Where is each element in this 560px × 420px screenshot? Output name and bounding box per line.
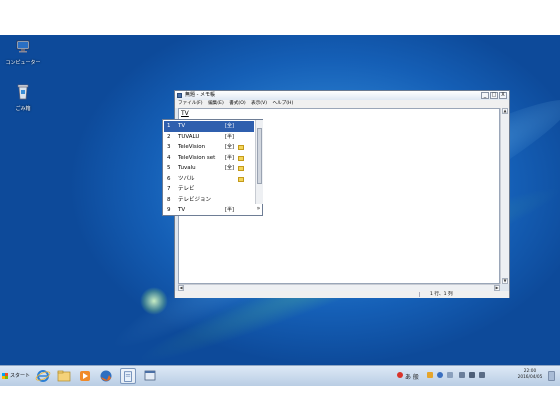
candidate-number: 2 (167, 133, 171, 140)
system-tray: あ 般 22:00 2016/04/05 (395, 366, 560, 386)
dictionary-note-icon[interactable] (238, 166, 244, 171)
taskbar-explorer[interactable] (56, 368, 72, 384)
show-desktop-button[interactable] (548, 371, 555, 381)
notepad-taskbar-icon (124, 371, 132, 382)
expand-candidates-button[interactable]: » (255, 204, 262, 214)
candidate-word: TV (178, 207, 186, 213)
window-icon (144, 370, 156, 381)
candidate-item[interactable]: 5 Tuvalu [全] (164, 163, 254, 174)
candidate-width-tag: [全] (225, 144, 234, 150)
scroll-down-button[interactable]: ▼ (502, 278, 508, 284)
clock[interactable]: 22:00 2016/04/05 (515, 369, 545, 381)
wallpaper-glow (140, 287, 168, 315)
candidate-item[interactable]: 6 ツバル (164, 174, 254, 185)
dictionary-note-icon[interactable] (238, 145, 244, 150)
candidate-number: 3 (167, 144, 171, 150)
candidate-item[interactable]: 4 TeleVision set [半] (164, 153, 254, 164)
letterbox-bottom (0, 386, 560, 420)
menu-edit[interactable]: 編集(E) (208, 101, 224, 106)
composition-text: TV (181, 110, 189, 117)
candidate-word: テレビ (178, 186, 195, 192)
media-player-icon (80, 371, 90, 381)
dictionary-note-icon[interactable] (238, 155, 244, 161)
start-label: スタート (10, 373, 31, 379)
candidate-word: TV (178, 123, 186, 129)
candidate-item[interactable]: 2 TUVALU [半] (164, 132, 254, 143)
candidate-number: 7 (167, 186, 171, 192)
taskbar-notepad[interactable] (120, 368, 136, 384)
candidate-word: テレビジョン (178, 196, 212, 203)
ime-toolbar-icon[interactable] (397, 372, 403, 378)
desktop-icon-label: コンピューター (5, 60, 41, 66)
start-button[interactable]: スタート (2, 370, 30, 383)
desktop-icon-computer[interactable]: コンピューター (3, 39, 43, 66)
candidate-word: Tuvalu (178, 165, 196, 171)
letterbox-top (0, 0, 560, 35)
taskbar-ie[interactable] (35, 368, 51, 384)
candidate-scroll-thumb[interactable] (257, 128, 262, 184)
desktop-icon-label: ごみ箱 (15, 106, 31, 112)
dictionary-note-icon[interactable] (238, 176, 244, 182)
candidate-word: ツバル (178, 175, 195, 182)
scroll-up-button[interactable]: ▲ (502, 108, 508, 114)
candidate-number: 9 (167, 207, 171, 213)
recycle-bin-icon (17, 84, 29, 100)
internet-explorer-icon (35, 370, 51, 382)
taskbar-firefox[interactable] (98, 368, 114, 384)
candidate-number: 8 (167, 196, 171, 203)
candidate-item[interactable]: 3 TeleVision [全] (164, 142, 254, 153)
firefox-icon (100, 370, 112, 382)
volume-icon[interactable] (479, 372, 485, 378)
menu-file[interactable]: ファイル(F) (178, 101, 203, 106)
status-bar: 1 行、1 列 (175, 291, 509, 298)
menu-format[interactable]: 書式(O) (229, 101, 245, 106)
candidate-item[interactable]: 7 テレビ (164, 184, 254, 195)
candidate-scrollbar[interactable] (255, 120, 263, 204)
ime-tool-icon[interactable] (427, 372, 433, 378)
vertical-scrollbar[interactable]: ▲ ▼ (500, 108, 509, 284)
candidate-item[interactable]: 1 TV [全] (164, 121, 254, 132)
window-title: 無題 - メモ帳 (185, 92, 215, 98)
candidate-word: TUVALU (178, 133, 200, 140)
candidate-width-tag: [全] (225, 165, 234, 171)
candidate-item[interactable]: 8 テレビジョン (164, 195, 254, 206)
candidate-number: 5 (167, 165, 171, 171)
desktop-icon-recycle-bin[interactable]: ごみ箱 (3, 83, 43, 112)
notepad-icon (177, 93, 182, 98)
flag-tray-icon[interactable] (459, 372, 465, 378)
candidate-width-tag: [全] (225, 123, 234, 129)
clock-date: 2016/04/05 (517, 375, 543, 380)
ime-candidate-list[interactable]: 1 TV [全] 2 TUVALU [半] 3 TeleVision [全] 4… (162, 119, 263, 216)
close-button[interactable]: X (499, 92, 507, 99)
menu-view[interactable]: 表示(V) (251, 101, 267, 106)
caps-icon[interactable] (447, 372, 453, 378)
taskbar: スタート あ 般 22:00 2016/04/05 (0, 365, 560, 386)
candidate-word: TeleVision (178, 144, 206, 150)
ime-mode-indicator[interactable]: あ 般 (405, 372, 419, 381)
candidate-width-tag: [半] (225, 207, 234, 213)
status-separator (419, 292, 420, 297)
candidate-width-tag: [半] (225, 154, 234, 161)
candidate-width-tag: [半] (225, 133, 234, 140)
menu-help[interactable]: ヘルプ(H) (272, 101, 293, 106)
maximize-button[interactable]: □ (490, 92, 498, 99)
taskbar-window[interactable] (142, 368, 158, 384)
candidate-word: TeleVision set (178, 154, 216, 161)
windows-flag-icon (2, 372, 8, 379)
folder-icon (57, 370, 71, 382)
network-icon[interactable] (469, 372, 475, 378)
candidate-number: 4 (167, 154, 171, 161)
cursor-position: 1 行、1 列 (430, 292, 453, 297)
minimize-button[interactable]: _ (481, 92, 489, 99)
menu-bar: ファイル(F) 編集(E) 書式(O) 表示(V) ヘルプ(H) (175, 100, 509, 108)
candidate-number: 6 (167, 175, 171, 182)
help-icon[interactable] (437, 372, 443, 378)
computer-icon (16, 40, 30, 53)
candidate-item[interactable]: 9 TV [半] (164, 205, 254, 216)
taskbar-media-player[interactable] (77, 368, 93, 384)
title-bar[interactable]: 無題 - メモ帳 _ □ X (175, 91, 509, 100)
candidate-number: 1 (167, 123, 171, 129)
